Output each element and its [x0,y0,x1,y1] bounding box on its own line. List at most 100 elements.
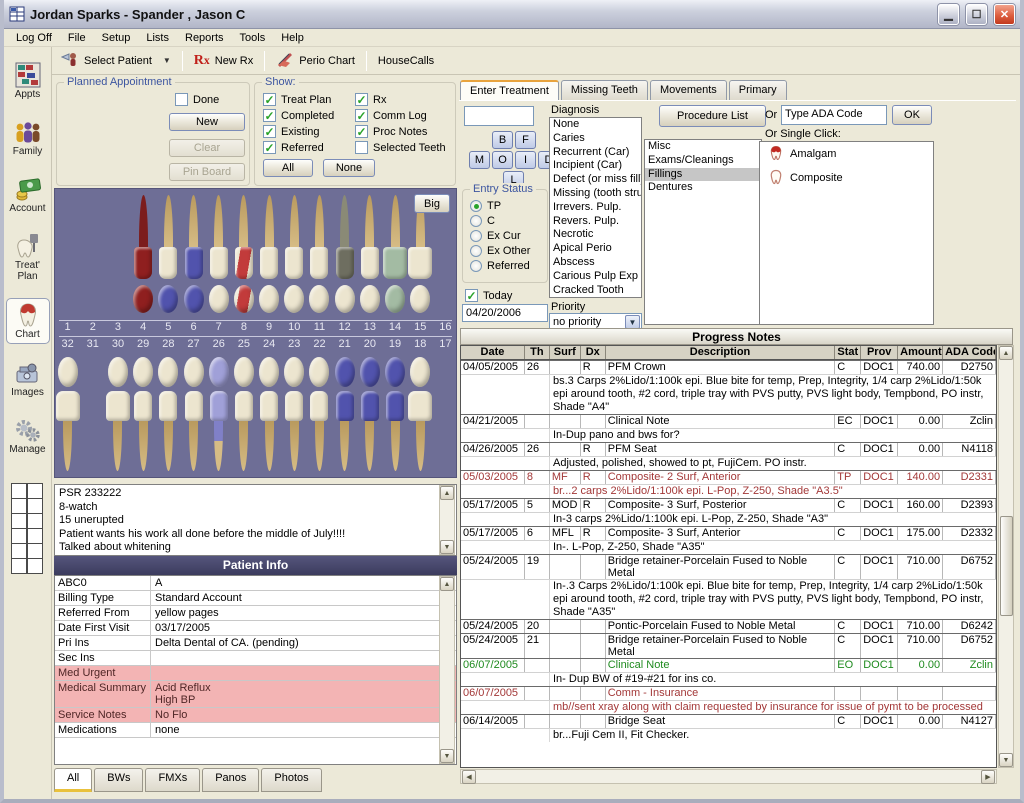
patient-info-row[interactable]: ABC0A [55,576,456,591]
show-checkbox-treat-plan[interactable]: ✓Treat Plan [263,93,334,106]
show-checkbox-rx[interactable]: ✓Rx [355,93,446,106]
column-header-prov[interactable]: Prov [861,346,898,359]
toolbar-button-perio-chart[interactable]: Perio Chart [267,49,364,73]
patient-info-row[interactable]: Billing TypeStandard Account [55,591,456,606]
toolbar-button-new-rx[interactable]: RxNew Rx [185,49,262,73]
tooth-5[interactable] [159,195,177,279]
menu-item-reports[interactable]: Reports [177,31,232,45]
diagnosis-item[interactable]: None [550,118,641,132]
ada-code-input[interactable]: Type ADA Code [781,105,887,125]
progress-note-detail[interactable]: bs.3 Carps 2%Lido/1:100k epi. Blue bite … [461,374,996,414]
chart-notes-box[interactable]: PSR 2332228-watch15 uneruptedPatient wan… [54,484,457,556]
surface-button-o[interactable]: O [492,151,513,169]
tooth-10-occlusal[interactable] [284,285,304,313]
radio-button[interactable] [470,215,482,227]
surface-button-i[interactable]: I [515,151,536,169]
progress-note-detail[interactable]: In-Dup pano and bws for? [461,428,996,442]
diagnosis-item[interactable]: Apical Perio [550,242,641,256]
done-checkbox[interactable]: Done [175,93,219,106]
progress-note-row[interactable]: 06/07/2005Clinical NoteEODOC10.00Zclin [461,658,996,672]
tooth-11-occlusal[interactable] [309,285,329,313]
tooth-19[interactable] [386,391,404,471]
procedure-category-list[interactable]: MiscExams/CleaningsFillingsDentures [644,139,762,325]
radio-button[interactable] [470,230,482,242]
tab-missing-teeth[interactable]: Missing Teeth [561,80,648,100]
diagnosis-list[interactable]: NoneCariesRecurrent (Car)Incipient (Car)… [549,117,642,298]
tooth-25-occlusal[interactable] [234,357,254,387]
diagnosis-item[interactable]: Recurrent (Car) [550,146,641,160]
done-checkbox-box[interactable] [175,93,188,106]
column-header-th[interactable]: Th [525,346,550,359]
tooth-6[interactable] [185,195,203,279]
category-item-misc[interactable]: Misc [645,140,761,154]
progress-note-detail[interactable]: br...2 carps 2%Lido/1:100k epi. L-Pop, Z… [461,484,996,498]
tooth-24[interactable] [260,391,278,471]
entry-status-option-ex-cur[interactable]: Ex Cur [470,230,530,242]
progress-note-row[interactable]: 05/24/200520Pontic-Porcelain Fused to No… [461,619,996,633]
tooth-21[interactable] [336,391,354,471]
tooth-9[interactable] [260,195,278,279]
show-all-button[interactable]: All [263,159,313,177]
patient-info-row[interactable]: Medicationsnone [55,723,456,738]
progress-note-row[interactable]: 05/17/20055MODRComposite- 3 Surf, Poster… [461,498,996,512]
minimize-button[interactable]: ▁ [938,4,959,25]
patient-info-row[interactable]: Pri InsDelta Dental of CA. (pending) [55,636,456,651]
entry-status-option-tp[interactable]: TP [470,200,530,212]
column-header-description[interactable]: Description [606,346,836,359]
tooth-23[interactable] [285,391,303,471]
radio-button[interactable] [470,245,482,257]
progress-note-detail[interactable]: br...Fuji Cem II, Fit Checker. [461,728,996,742]
patient-info-row[interactable]: Medical SummaryAcid Reflux High BP [55,681,456,708]
progress-note-row[interactable]: 05/24/200519Bridge retainer-Porcelain Fu… [461,554,996,579]
tooth-4[interactable] [134,195,152,279]
show-checkbox-completed[interactable]: ✓Completed [263,109,334,122]
diagnosis-item[interactable]: Irrevers. Pulp. [550,201,641,215]
tooth-27[interactable] [185,391,203,471]
patient-info-row[interactable]: Med Urgent [55,666,456,681]
progress-note-row[interactable]: 04/26/200526RPFM SeatCDOC10.00N4118 [461,442,996,456]
progress-note-detail[interactable]: mb//sent xray along with claim requested… [461,700,996,714]
tab-enter-treatment[interactable]: Enter Treatment [460,80,559,101]
tooth-23-occlusal[interactable] [284,357,304,387]
diagnosis-item[interactable]: Necrotic [550,228,641,242]
surface-button-b[interactable]: B [492,131,513,149]
column-header-stat[interactable]: Stat [835,346,861,359]
tooth-21-occlusal[interactable] [335,357,355,387]
tooth-12[interactable] [336,195,354,279]
maximize-button[interactable]: ☐ [966,4,987,25]
checkbox-box[interactable]: ✓ [355,93,368,106]
image-tab-all[interactable]: All [54,768,92,792]
progress-note-detail[interactable]: Adjusted, polished, showed to pt, FujiCe… [461,456,996,470]
progress-notes-vscrollbar[interactable]: ▲▼ [998,345,1014,768]
tooth-28-occlusal[interactable] [158,357,178,387]
tooth-18[interactable] [408,391,432,471]
chevron-down-icon[interactable]: ▼ [163,56,171,65]
today-checkbox[interactable]: ✓ Today [465,289,512,302]
checkbox-box[interactable]: ✓ [263,109,276,122]
tooth-15-occlusal[interactable] [410,285,430,313]
column-header-ada-code[interactable]: ADA Code [943,346,996,359]
sidebar-item-chart[interactable]: Chart [6,298,50,344]
progress-notes-hscrollbar[interactable]: ◀▶ [460,769,997,784]
checkbox-box[interactable]: ✓ [355,109,368,122]
tooth-6-occlusal[interactable] [184,285,204,313]
tooth-26-occlusal[interactable] [209,357,229,387]
pin-board-button[interactable]: Pin Board [169,163,245,181]
tooth-4-occlusal[interactable] [133,285,153,313]
single-click-list[interactable]: AmalgamComposite [759,141,934,325]
category-item-dentures[interactable]: Dentures [645,181,761,195]
diagnosis-item[interactable]: Cracked Tooth [550,284,641,298]
radio-button[interactable] [470,260,482,272]
tooth-27-occlusal[interactable] [184,357,204,387]
tooth-5-occlusal[interactable] [158,285,178,313]
tooth-11[interactable] [310,195,328,279]
menu-item-setup[interactable]: Setup [94,31,139,45]
patient-info-row[interactable]: Service NotesNo Flo [55,708,456,723]
tooth-14[interactable] [383,195,407,279]
entry-status-option-referred[interactable]: Referred [470,260,530,272]
today-checkbox-box[interactable]: ✓ [465,289,478,302]
radio-button[interactable] [470,200,482,212]
tooth-8-occlusal[interactable] [234,285,254,313]
progress-note-detail[interactable]: In-3 carps 2%Lido/1:100k epi. L-Pop, Z-2… [461,512,996,526]
diagnosis-item[interactable]: Caries [550,132,641,146]
